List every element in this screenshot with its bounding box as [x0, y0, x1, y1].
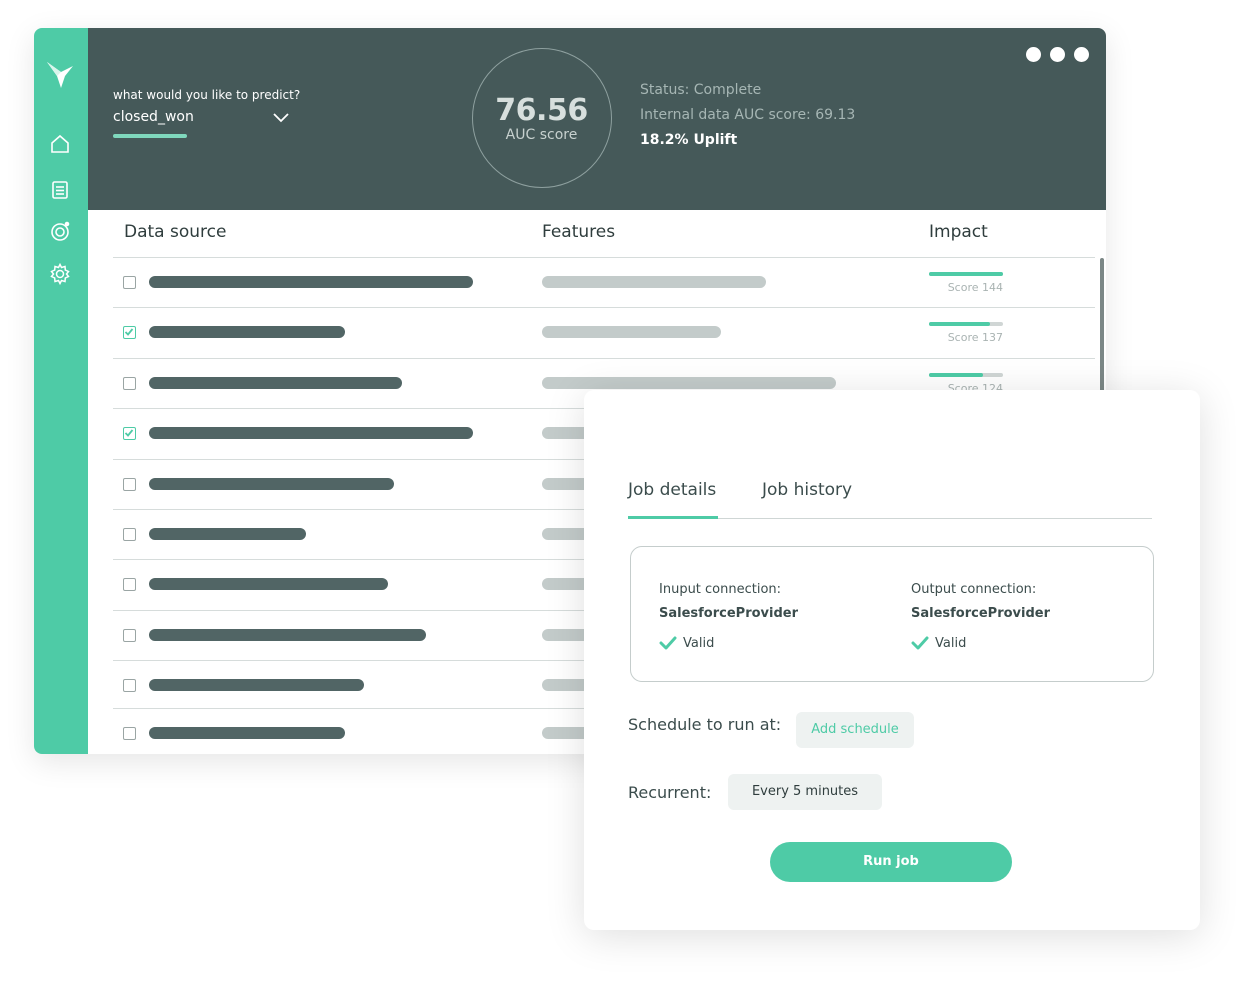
- data-source-placeholder: [149, 679, 364, 691]
- impact-bar: [929, 373, 1003, 377]
- impact-bar-fill: [929, 272, 1003, 276]
- chevron-down-icon[interactable]: [272, 110, 290, 124]
- predict-question: what would you like to predict?: [113, 88, 301, 102]
- recurrent-label: Recurrent:: [628, 783, 712, 802]
- impact-bar: [929, 272, 1003, 276]
- status-text: Status: Complete: [640, 82, 762, 98]
- data-source-placeholder: [149, 528, 306, 540]
- data-source-placeholder: [149, 478, 394, 490]
- schedule-label: Schedule to run at:: [628, 715, 782, 734]
- output-connection-status: Valid: [935, 636, 967, 651]
- tab-job-details[interactable]: Job details: [628, 480, 716, 500]
- input-connection-value: SalesforceProvider: [659, 606, 799, 621]
- data-source-placeholder: [149, 377, 402, 389]
- checkbox[interactable]: [123, 276, 136, 289]
- job-panel: Job details Job history Inuput connectio…: [584, 390, 1200, 930]
- column-header-data-source[interactable]: Data source: [124, 222, 226, 242]
- data-source-placeholder: [149, 276, 473, 288]
- auc-score-circle: 76.56 AUC score: [472, 48, 612, 188]
- run-job-button[interactable]: Run job: [770, 842, 1012, 882]
- recurrent-select[interactable]: Every 5 minutes: [728, 774, 882, 810]
- check-icon: [659, 636, 677, 650]
- target-icon[interactable]: [48, 219, 72, 243]
- home-icon[interactable]: [48, 132, 72, 156]
- table-row[interactable]: Score 137: [113, 307, 1095, 358]
- output-connection-label: Output connection:: [911, 582, 1037, 597]
- internal-auc-text: Internal data AUC score: 69.13: [640, 107, 856, 123]
- window-dot-3[interactable]: [1074, 47, 1089, 62]
- impact-score: Score 137: [947, 331, 1003, 344]
- impact-bar: [929, 322, 1003, 326]
- checkbox[interactable]: [123, 377, 136, 390]
- predict-underline: [113, 134, 187, 138]
- output-connection-value: SalesforceProvider: [911, 606, 1051, 621]
- tab-job-history[interactable]: Job history: [762, 480, 852, 500]
- add-schedule-button[interactable]: Add schedule: [796, 712, 914, 748]
- column-header-features[interactable]: Features: [542, 222, 615, 242]
- impact-bar-fill: [929, 322, 991, 326]
- connections-box: Inuput connection: SalesforceProvider Va…: [630, 546, 1154, 682]
- check-icon: [911, 636, 929, 650]
- uplift-text: 18.2% Uplift: [640, 132, 738, 148]
- checkbox[interactable]: [123, 629, 136, 642]
- input-connection-status: Valid: [683, 636, 715, 651]
- checkbox[interactable]: [123, 679, 136, 692]
- sidebar: [34, 28, 88, 754]
- auc-score-label: AUC score: [505, 127, 578, 143]
- feature-placeholder: [542, 276, 766, 288]
- predict-target-select[interactable]: closed_won: [113, 109, 194, 125]
- data-source-placeholder: [149, 326, 345, 338]
- data-source-placeholder: [149, 727, 345, 739]
- table-scrollbar[interactable]: [1100, 258, 1104, 398]
- input-connection-label: Inuput connection:: [659, 582, 782, 597]
- feature-placeholder: [542, 326, 721, 338]
- impact-score: Score 144: [947, 281, 1003, 294]
- auc-score-value: 76.56: [495, 93, 588, 128]
- logo-icon: [47, 62, 73, 88]
- check-icon: [124, 328, 134, 336]
- window-dot-2[interactable]: [1050, 47, 1065, 62]
- settings-icon[interactable]: [48, 262, 72, 286]
- data-source-placeholder: [149, 427, 473, 439]
- table-row[interactable]: Score 144: [113, 257, 1095, 308]
- checkbox[interactable]: [123, 528, 136, 541]
- results-header: what would you like to predict? closed_w…: [88, 28, 1106, 210]
- document-icon[interactable]: [48, 178, 72, 202]
- feature-placeholder: [542, 377, 836, 389]
- check-icon: [124, 429, 134, 437]
- checkbox-checked[interactable]: [123, 326, 136, 339]
- column-header-impact[interactable]: Impact: [929, 222, 988, 242]
- window-dot-1[interactable]: [1026, 47, 1041, 62]
- checkbox[interactable]: [123, 478, 136, 491]
- data-source-placeholder: [149, 578, 388, 590]
- active-tab-indicator: [628, 516, 718, 519]
- checkbox-checked[interactable]: [123, 427, 136, 440]
- checkbox[interactable]: [123, 578, 136, 591]
- checkbox[interactable]: [123, 727, 136, 740]
- data-source-placeholder: [149, 629, 426, 641]
- impact-bar-fill: [929, 373, 984, 377]
